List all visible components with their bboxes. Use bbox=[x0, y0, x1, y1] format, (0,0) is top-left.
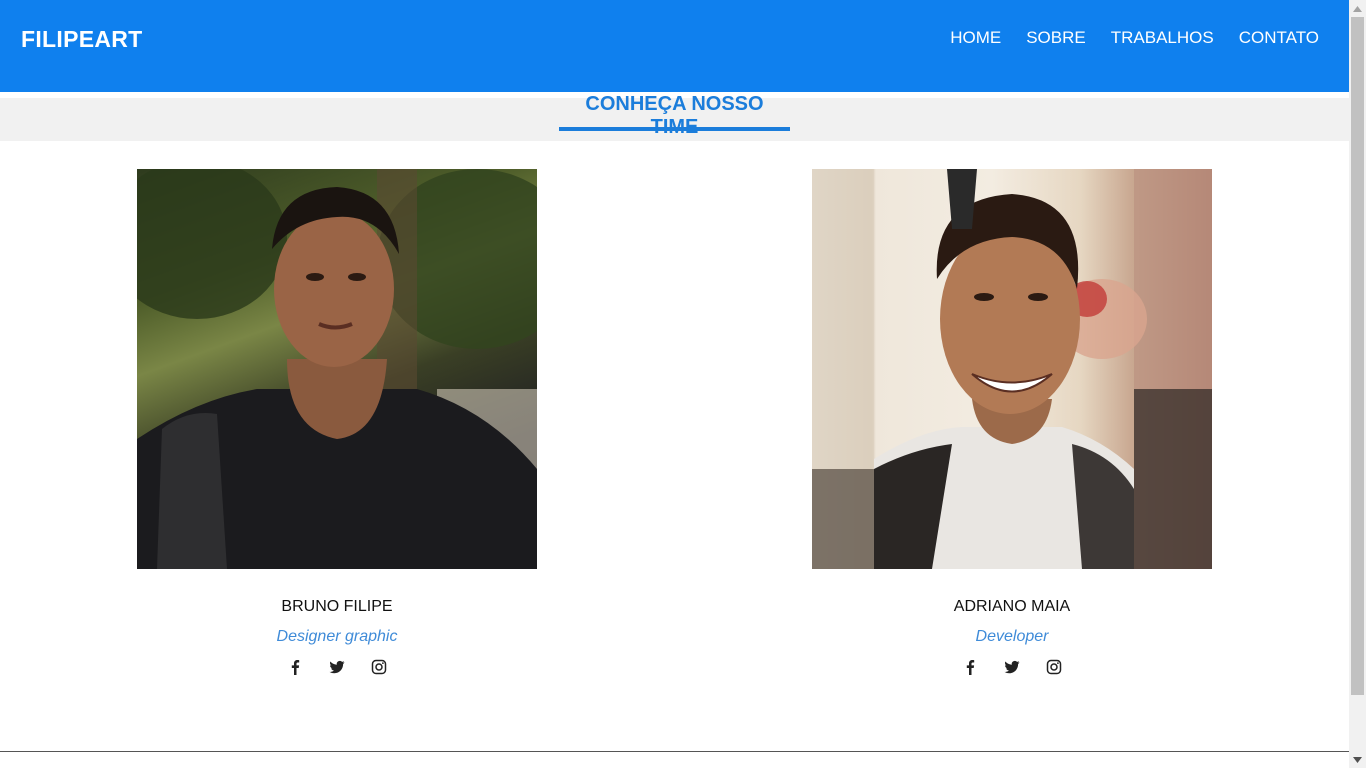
facebook-icon[interactable] bbox=[962, 659, 978, 675]
twitter-icon[interactable] bbox=[1004, 659, 1020, 675]
social-links bbox=[812, 659, 1212, 675]
footer-divider bbox=[0, 751, 1349, 752]
scroll-up-arrow-icon[interactable] bbox=[1349, 0, 1366, 17]
section-title: CONHEÇA NOSSO TIME bbox=[585, 93, 764, 138]
team-card: BRUNO FILIPE Designer graphic bbox=[137, 169, 537, 675]
social-links bbox=[137, 659, 537, 675]
page: FILIPEART HOME SOBRE TRABALHOS CONTATO C… bbox=[0, 0, 1366, 768]
scrollbar-thumb[interactable] bbox=[1351, 17, 1364, 695]
member-role: Designer graphic bbox=[276, 628, 398, 645]
nav-sobre[interactable]: SOBRE bbox=[1026, 28, 1086, 48]
nav-contato[interactable]: CONTATO bbox=[1239, 28, 1319, 48]
member-role: Developer bbox=[975, 628, 1049, 645]
member-photo bbox=[812, 169, 1212, 569]
member-name: BRUNO FILIPE bbox=[281, 598, 393, 615]
brand-logo[interactable]: FILIPEART bbox=[21, 26, 143, 53]
member-name: ADRIANO MAIA bbox=[953, 598, 1071, 615]
main-nav: HOME SOBRE TRABALHOS CONTATO bbox=[925, 28, 1319, 48]
site-header: FILIPEART HOME SOBRE TRABALHOS CONTATO bbox=[0, 0, 1349, 92]
scroll-down-arrow-icon[interactable] bbox=[1349, 751, 1366, 768]
twitter-icon[interactable] bbox=[329, 659, 345, 675]
member-photo bbox=[137, 169, 537, 569]
facebook-icon[interactable] bbox=[287, 659, 303, 675]
title-underline bbox=[559, 127, 790, 131]
nav-home[interactable]: HOME bbox=[950, 28, 1001, 48]
instagram-icon[interactable] bbox=[1046, 659, 1062, 675]
team-card: ADRIANO MAIA Developer bbox=[812, 169, 1212, 675]
instagram-icon[interactable] bbox=[371, 659, 387, 675]
nav-trabalhos[interactable]: TRABALHOS bbox=[1111, 28, 1214, 48]
